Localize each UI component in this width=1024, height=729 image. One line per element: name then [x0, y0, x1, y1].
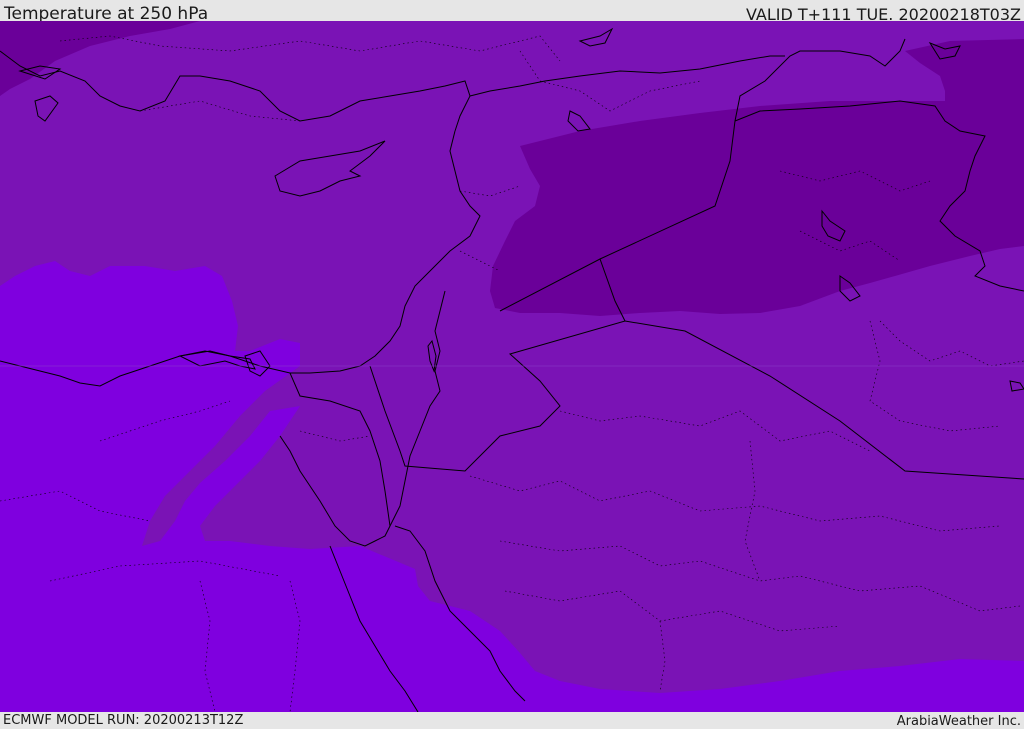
temperature-map[interactable]	[0, 21, 1024, 712]
model-run-label: ECMWF MODEL RUN: 20200213T12Z	[3, 713, 244, 728]
title-bar: Temperature at 250 hPa VALID T+111 TUE. …	[0, 0, 1024, 24]
map-viewer: Temperature at 250 hPa VALID T+111 TUE. …	[0, 0, 1024, 729]
footer-bar: ECMWF MODEL RUN: 20200213T12Z ArabiaWeat…	[0, 712, 1024, 729]
map-canvas	[0, 21, 1024, 712]
credit-label: ArabiaWeather Inc.	[896, 714, 1021, 729]
